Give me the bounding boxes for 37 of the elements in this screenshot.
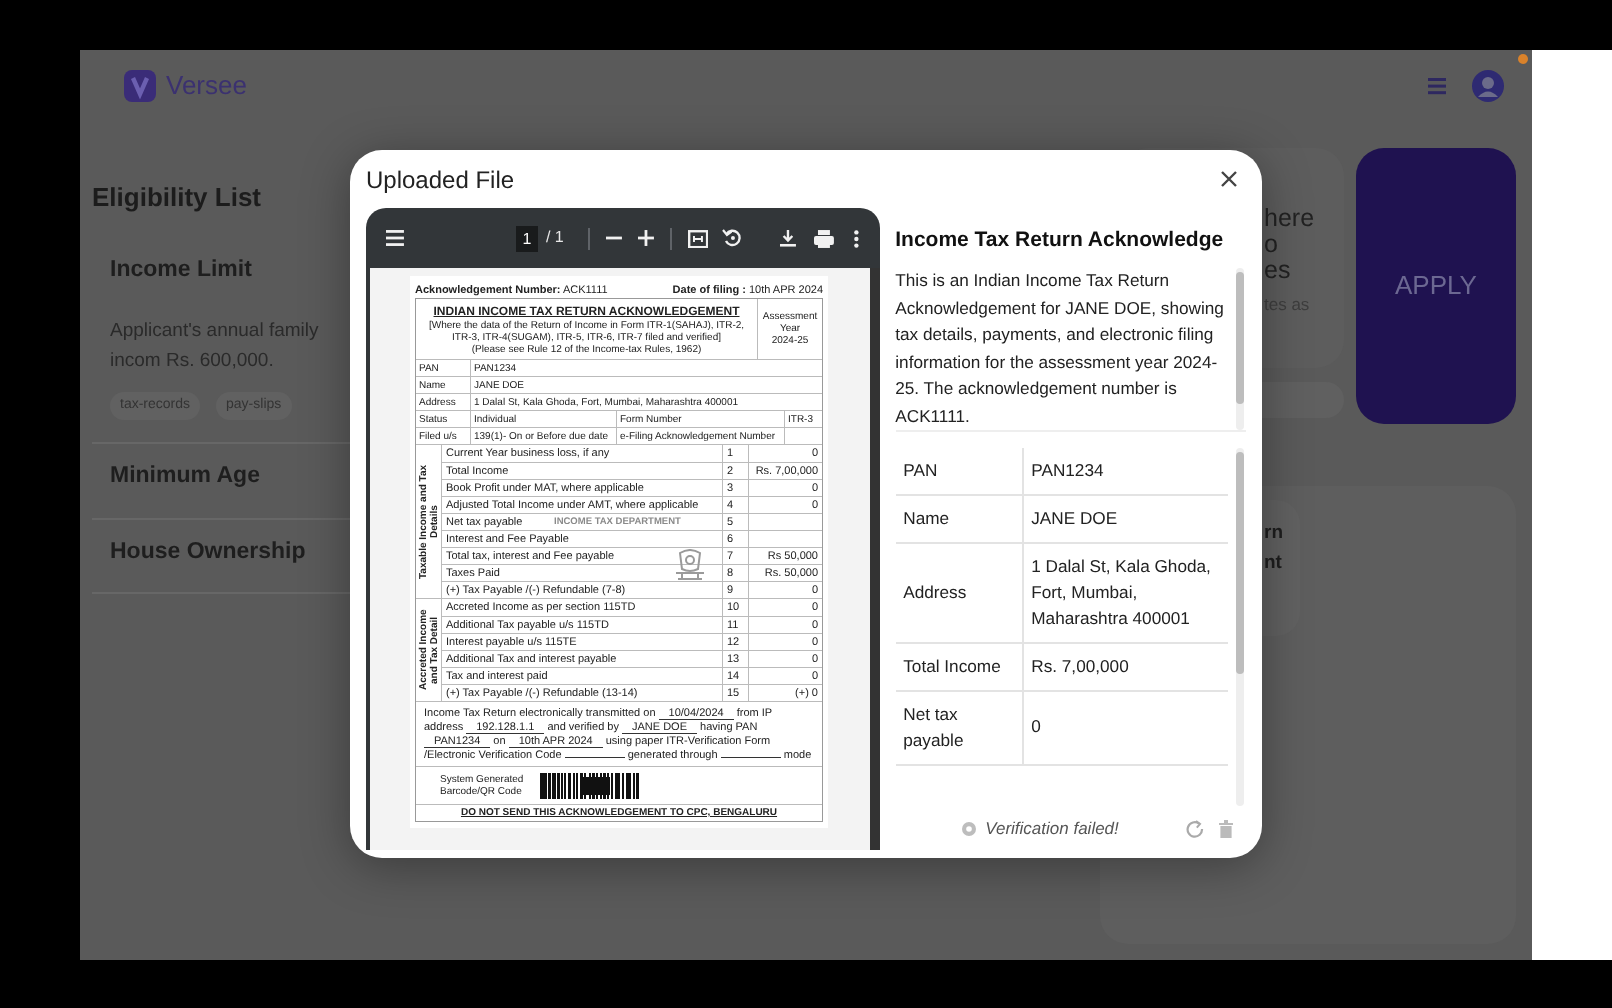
verification-status: Verification failed! bbox=[985, 815, 1119, 841]
page-count: / 1 bbox=[545, 226, 564, 250]
card-text-fragment: rn bbox=[1264, 520, 1283, 548]
promo-heading-fragment: es bbox=[1264, 258, 1291, 284]
download-icon[interactable] bbox=[779, 229, 796, 247]
table-cell: Address bbox=[895, 544, 1024, 642]
rotate-icon[interactable] bbox=[721, 228, 742, 248]
card-text-fragment: nt bbox=[1264, 550, 1282, 578]
summary-title: Income Tax Return Acknowledge bbox=[895, 226, 1226, 257]
print-icon[interactable] bbox=[813, 229, 834, 247]
apply-button[interactable]: APPLY bbox=[1356, 148, 1516, 424]
zoom-in-icon[interactable] bbox=[637, 230, 654, 246]
promo-heading-fragment: here bbox=[1264, 206, 1315, 232]
menu-icon[interactable] bbox=[386, 230, 404, 246]
modal-title: Uploaded File bbox=[366, 163, 515, 197]
more-options-icon[interactable] bbox=[853, 229, 860, 247]
notification-dot bbox=[1518, 54, 1528, 64]
criterion-title[interactable]: Minimum Age bbox=[110, 460, 260, 495]
table-cell-text: 0 bbox=[1029, 714, 1043, 741]
avatar-icon[interactable] bbox=[1472, 70, 1504, 102]
criterion-title[interactable]: Income Limit bbox=[110, 253, 252, 288]
summary-description: This is an Indian Income Tax Return Acknowledgement for JANE DOE, showing tax details, payments, and electronic filing information for the assessment year 2024-25. The acknowledgement number is ACK1111. bbox=[895, 268, 1226, 429]
fit-page-icon[interactable] bbox=[687, 229, 708, 247]
table-cell-text: JANE DOE bbox=[1029, 506, 1120, 532]
table-cell-text: PAN1234 bbox=[1029, 458, 1106, 484]
criterion-title[interactable]: House Ownership bbox=[110, 535, 306, 570]
table-cell: PAN bbox=[895, 448, 1024, 494]
page-number-field[interactable]: 1 bbox=[515, 225, 538, 251]
table-cell: Total Income bbox=[895, 644, 1024, 690]
table-cell: Name bbox=[895, 496, 1024, 542]
table-cell-text: 1 Dalal St, Kala Ghoda, Fort, Mumbai, Maharashtra 400001 bbox=[1029, 554, 1213, 632]
logo-icon bbox=[124, 70, 156, 102]
section-title: Eligibility List bbox=[92, 180, 262, 216]
barcode-drawing bbox=[540, 772, 639, 799]
table-cell: Net tax payable bbox=[895, 692, 1024, 764]
table-cell-text: Rs. 7,00,000 bbox=[1029, 654, 1131, 680]
close-icon[interactable] bbox=[1220, 170, 1238, 188]
